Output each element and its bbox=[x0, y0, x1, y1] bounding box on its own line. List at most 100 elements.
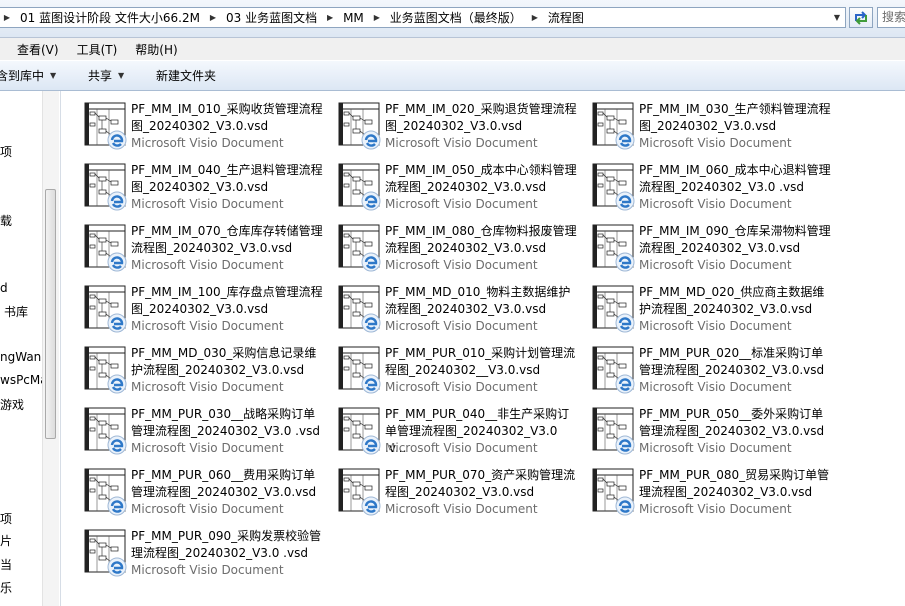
nav-item[interactable]: 载 bbox=[0, 212, 12, 229]
file-item[interactable]: PF_MM_IM_020_采购退货管理流程图_20240302_V3.0.vsd… bbox=[333, 101, 583, 159]
chevron-right-icon[interactable]: ▶ bbox=[205, 13, 221, 22]
file-item[interactable]: PF_MM_MD_010_物料主数据维护流程图_20240302_V3.0.vs… bbox=[333, 284, 583, 342]
file-type: Microsoft Visio Document bbox=[131, 258, 284, 272]
file-type: Microsoft Visio Document bbox=[385, 319, 538, 333]
file-type: Microsoft Visio Document bbox=[131, 502, 284, 516]
visio-badge-icon bbox=[615, 435, 635, 458]
address-dropdown-icon[interactable]: ▼ bbox=[828, 7, 846, 28]
nav-scrollbar[interactable] bbox=[42, 91, 59, 606]
file-type: Microsoft Visio Document bbox=[385, 380, 538, 394]
file-item[interactable]: PF_MM_IM_080_仓库物料报废管理流程图_20240302_V3.0.v… bbox=[333, 223, 583, 281]
visio-badge-icon bbox=[107, 557, 127, 580]
nav-item[interactable]: 片 bbox=[0, 532, 12, 549]
file-item[interactable]: PF_MM_MD_020_供应商主数据维护流程图_20240302_V3.0.v… bbox=[587, 284, 837, 342]
visio-badge-icon bbox=[361, 435, 381, 458]
nav-item[interactable]: 当 bbox=[0, 556, 12, 573]
file-name: PF_MM_PUR_090_采购发票校验管理流程图_20240302_V3.0 … bbox=[131, 529, 322, 560]
file-type: Microsoft Visio Document bbox=[131, 197, 284, 211]
file-name: PF_MM_PUR_050__委外采购订单管理流程图_20240302_V3.0… bbox=[639, 407, 825, 438]
share-button[interactable]: 共享 ▼ bbox=[88, 61, 124, 90]
breadcrumb-mm[interactable]: ▶ MM bbox=[322, 11, 369, 25]
file-item[interactable]: PF_MM_IM_040_生产退料管理流程图_20240302_V3.0.vsd… bbox=[79, 162, 329, 220]
file-name: PF_MM_IM_050_成本中心领料管理流程图_20240302_V3.0.v… bbox=[385, 163, 577, 194]
breadcrumb-label[interactable]: 业务蓝图文档（最终版） bbox=[385, 9, 527, 26]
visio-badge-icon bbox=[361, 374, 381, 397]
visio-badge-icon bbox=[107, 313, 127, 336]
file-item[interactable]: PF_MM_PUR_050__委外采购订单管理流程图_20240302_V3.0… bbox=[587, 406, 837, 464]
breadcrumb-01[interactable]: ▶ 01 蓝图设计阶段 文件大小66.2M bbox=[0, 9, 205, 26]
nav-item[interactable]: 游戏 bbox=[0, 396, 24, 413]
chevron-down-icon: ▼ bbox=[50, 71, 57, 80]
menu-view[interactable]: 查看(V) bbox=[8, 41, 68, 58]
visio-badge-icon bbox=[615, 191, 635, 214]
visio-badge-icon bbox=[615, 252, 635, 275]
breadcrumb-label[interactable]: 01 蓝图设计阶段 文件大小66.2M bbox=[15, 9, 205, 26]
nav-item[interactable]: 乐 bbox=[0, 579, 12, 596]
chevron-right-icon[interactable]: ▶ bbox=[322, 13, 338, 22]
visio-badge-icon bbox=[361, 191, 381, 214]
breadcrumb-03[interactable]: ▶ 03 业务蓝图文档 bbox=[205, 9, 322, 26]
chevron-right-icon[interactable]: ▶ bbox=[369, 13, 385, 22]
breadcrumb-flowchart[interactable]: ▶ 流程图 bbox=[527, 9, 589, 26]
file-item[interactable]: PF_MM_IM_010_采购收货管理流程图_20240302_V3.0.vsd… bbox=[79, 101, 329, 159]
chevron-right-icon[interactable]: ▶ bbox=[527, 13, 543, 22]
breadcrumb-label[interactable]: MM bbox=[338, 11, 369, 25]
include-in-library-label: 含到库中 bbox=[0, 69, 45, 83]
breadcrumb-final[interactable]: ▶ 业务蓝图文档（最终版） bbox=[369, 9, 527, 26]
file-name: PF_MM_IM_010_采购收货管理流程图_20240302_V3.0.vsd bbox=[131, 102, 323, 133]
nav-scrollbar-thumb[interactable] bbox=[45, 189, 56, 439]
file-item[interactable]: PF_MM_PUR_070_资产采购管理流程图_20240302_V3.0.vs… bbox=[333, 467, 583, 525]
menu-tools[interactable]: 工具(T) bbox=[68, 41, 127, 58]
breadcrumb-label[interactable]: 流程图 bbox=[543, 9, 589, 26]
file-item[interactable]: PF_MM_IM_090_仓库呆滞物料管理流程图_20240302_V3.0.v… bbox=[587, 223, 837, 281]
file-name: PF_MM_IM_070_仓库库存转储管理流程图_20240302_V3.0.v… bbox=[131, 224, 323, 255]
file-item[interactable]: PF_MM_PUR_040__非生产采购订单管理流程图_20240302_V3.… bbox=[333, 406, 583, 464]
visio-badge-icon bbox=[615, 496, 635, 519]
file-item[interactable]: PF_MM_PUR_060__费用采购订单管理流程图_20240302_V3.0… bbox=[79, 467, 329, 525]
visio-badge-icon bbox=[107, 191, 127, 214]
chevron-right-icon[interactable]: ▶ bbox=[0, 13, 15, 22]
file-name: PF_MM_PUR_060__费用采购订单管理流程图_20240302_V3.0… bbox=[131, 468, 317, 499]
visio-badge-icon bbox=[107, 496, 127, 519]
address-bar[interactable]: ▶ 01 蓝图设计阶段 文件大小66.2M ▶ 03 业务蓝图文档 ▶ MM ▶… bbox=[0, 7, 846, 28]
file-list: PF_MM_IM_010_采购收货管理流程图_20240302_V3.0.vsd… bbox=[61, 91, 905, 606]
nav-item[interactable]: 项 bbox=[0, 143, 12, 160]
file-type: Microsoft Visio Document bbox=[385, 136, 538, 150]
file-name: PF_MM_MD_030_采购信息记录维护流程图_20240302_V3.0.v… bbox=[131, 346, 317, 377]
refresh-button[interactable] bbox=[849, 7, 873, 28]
file-type: Microsoft Visio Document bbox=[639, 319, 792, 333]
file-item[interactable]: PF_MM_PUR_020__标准采购订单管理流程图_20240302_V3.0… bbox=[587, 345, 837, 403]
file-name: PF_MM_IM_100_库存盘点管理流程图_20240302_V3.0.vsd bbox=[131, 285, 323, 316]
visio-badge-icon bbox=[107, 435, 127, 458]
file-item[interactable]: PF_MM_PUR_090_采购发票校验管理流程图_20240302_V3.0 … bbox=[79, 528, 329, 586]
visio-badge-icon bbox=[615, 313, 635, 336]
file-name: PF_MM_IM_020_采购退货管理流程图_20240302_V3.0.vsd bbox=[385, 102, 577, 133]
file-item[interactable]: PF_MM_PUR_030__战略采购订单管理流程图_20240302_V3.0… bbox=[79, 406, 329, 464]
new-folder-button[interactable]: 新建文件夹 bbox=[156, 61, 216, 90]
include-in-library-button[interactable]: 含到库中 ▼ bbox=[0, 61, 56, 90]
file-type: Microsoft Visio Document bbox=[639, 502, 792, 516]
menu-bar: 查看(V) 工具(T) 帮助(H) bbox=[0, 38, 905, 60]
nav-item[interactable]: d bbox=[0, 281, 8, 295]
file-type: Microsoft Visio Document bbox=[131, 136, 284, 150]
file-item[interactable]: PF_MM_PUR_080_贸易采购订单管理流程图_20240302_V3.0.… bbox=[587, 467, 837, 525]
file-item[interactable]: PF_MM_IM_070_仓库库存转储管理流程图_20240302_V3.0.v… bbox=[79, 223, 329, 281]
nav-item[interactable]: 项 bbox=[0, 510, 12, 527]
visio-badge-icon bbox=[107, 130, 127, 153]
file-item[interactable]: PF_MM_IM_060_成本中心退料管理流程图_20240302_V3.0 .… bbox=[587, 162, 837, 220]
file-name: PF_MM_MD_010_物料主数据维护流程图_20240302_V3.0.vs… bbox=[385, 285, 571, 316]
search-input[interactable]: 搜索 流程图 bbox=[877, 7, 905, 28]
nav-item[interactable]: 书库 bbox=[4, 303, 28, 320]
nav-item[interactable]: ngWan bbox=[0, 350, 41, 364]
file-item[interactable]: PF_MM_IM_100_库存盘点管理流程图_20240302_V3.0.vsd… bbox=[79, 284, 329, 342]
file-type: Microsoft Visio Document bbox=[639, 258, 792, 272]
visio-badge-icon bbox=[361, 313, 381, 336]
file-item[interactable]: PF_MM_MD_030_采购信息记录维护流程图_20240302_V3.0.v… bbox=[79, 345, 329, 403]
file-item[interactable]: PF_MM_IM_050_成本中心领料管理流程图_20240302_V3.0.v… bbox=[333, 162, 583, 220]
file-item[interactable]: PF_MM_PUR_010_采购计划管理流程图_20240302__V3.0.v… bbox=[333, 345, 583, 403]
breadcrumb-label[interactable]: 03 业务蓝图文档 bbox=[221, 9, 322, 26]
nav-item[interactable]: wsPcMa bbox=[0, 373, 48, 387]
file-type: Microsoft Visio Document bbox=[131, 563, 284, 577]
file-item[interactable]: PF_MM_IM_030_生产领料管理流程图_20240302_V3.0.vsd… bbox=[587, 101, 837, 159]
menu-help[interactable]: 帮助(H) bbox=[126, 41, 186, 58]
